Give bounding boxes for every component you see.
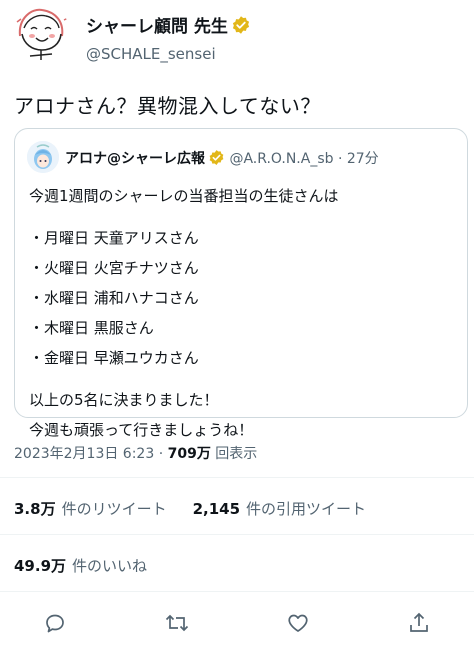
arona-avatar-icon — [27, 141, 59, 173]
timestamp-separator: · — [158, 446, 164, 462]
likes-stat[interactable]: 49.9万 件のいいね — [14, 557, 147, 575]
quote-line: 今週も頑張って行きましょうね！ — [29, 421, 254, 439]
divider — [0, 477, 474, 478]
tweet-text: アロナさん？異物混入してない？ — [14, 94, 321, 118]
quote-header: アロナ@シャーレ広報 @A.R.O.N.A_sb · 27分 — [65, 148, 379, 170]
quote-author-avatar — [27, 141, 59, 173]
quotes-stat[interactable]: 2,145 件の引用ツイート — [193, 500, 366, 518]
author-name[interactable]: シャーレ顧問 先生 — [86, 12, 251, 40]
retweet-label: 件のリツイート — [61, 500, 167, 518]
quote-time[interactable]: 27分 — [347, 151, 379, 167]
like-button[interactable] — [283, 608, 313, 638]
view-count: 709万 — [167, 446, 211, 462]
author-handle[interactable]: @SCHALE_sensei — [86, 45, 216, 63]
quote-verified-badge-icon — [208, 149, 225, 170]
quote-line: ・金曜日 早瀬ユウカさん — [29, 349, 199, 367]
quote-blank-line — [29, 211, 339, 223]
quote-body: 今週1週間のシャーレの当番担当の生徒さんは ・月曜日 天童アリスさん ・火曜日 … — [29, 181, 339, 445]
reply-icon — [46, 614, 64, 633]
like-stats-row: 49.9万 件のいいね — [14, 555, 173, 576]
quote-count: 2,145 — [192, 500, 241, 518]
quote-line: ・月曜日 天童アリスさん — [29, 229, 199, 247]
quote-author-name[interactable]: アロナ@シャーレ広報 — [65, 151, 205, 167]
quote-author-handle[interactable]: @A.R.O.N.A_sb — [229, 151, 333, 167]
quote-line: ・水曜日 浦和ハナコさん — [29, 289, 199, 307]
share-icon — [410, 612, 428, 632]
like-label: 件のいいね — [72, 557, 148, 575]
action-bar — [0, 608, 474, 638]
quote-line: ・木曜日 黒服さん — [29, 319, 154, 337]
quote-line: 今週1週間のシャーレの当番担当の生徒さんは — [29, 187, 339, 205]
retweet-count: 3.8万 — [14, 500, 56, 518]
view-count-label: 回表示 — [215, 446, 258, 462]
retweet-button[interactable] — [162, 608, 192, 638]
quote-separator: · — [337, 151, 343, 167]
retweet-stats-row: 3.8万 件のリツイート 2,145 件の引用ツイート — [14, 498, 392, 519]
verified-badge-icon — [231, 15, 251, 40]
quote-line: 以上の5名に決まりました！ — [29, 391, 219, 409]
quoted-tweet-card[interactable]: アロナ@シャーレ広報 @A.R.O.N.A_sb · 27分 今週1週間のシャー… — [14, 128, 468, 439]
retweet-icon — [165, 614, 189, 632]
author-avatar[interactable] — [12, 4, 70, 62]
retweets-stat[interactable]: 3.8万 件のリツイート — [14, 500, 167, 518]
quote-line: ・火曜日 火宮チナツさん — [29, 259, 199, 277]
tweet-timestamp-row: 2023年2月13日 6:23 · 709万 回表示 — [14, 443, 257, 463]
reply-button[interactable] — [40, 608, 70, 638]
like-icon — [288, 614, 308, 632]
tweet-datetime[interactable]: 2023年2月13日 6:23 — [14, 446, 154, 462]
stick-figure-avatar-icon — [16, 8, 69, 60]
divider — [0, 591, 474, 592]
quote-label: 件の引用ツイート — [246, 500, 367, 518]
author-name-text[interactable]: シャーレ顧問 先生 — [86, 17, 228, 37]
like-count: 49.9万 — [14, 557, 67, 575]
quote-blank-line — [29, 373, 339, 385]
share-button[interactable] — [404, 608, 434, 638]
divider — [0, 534, 474, 535]
